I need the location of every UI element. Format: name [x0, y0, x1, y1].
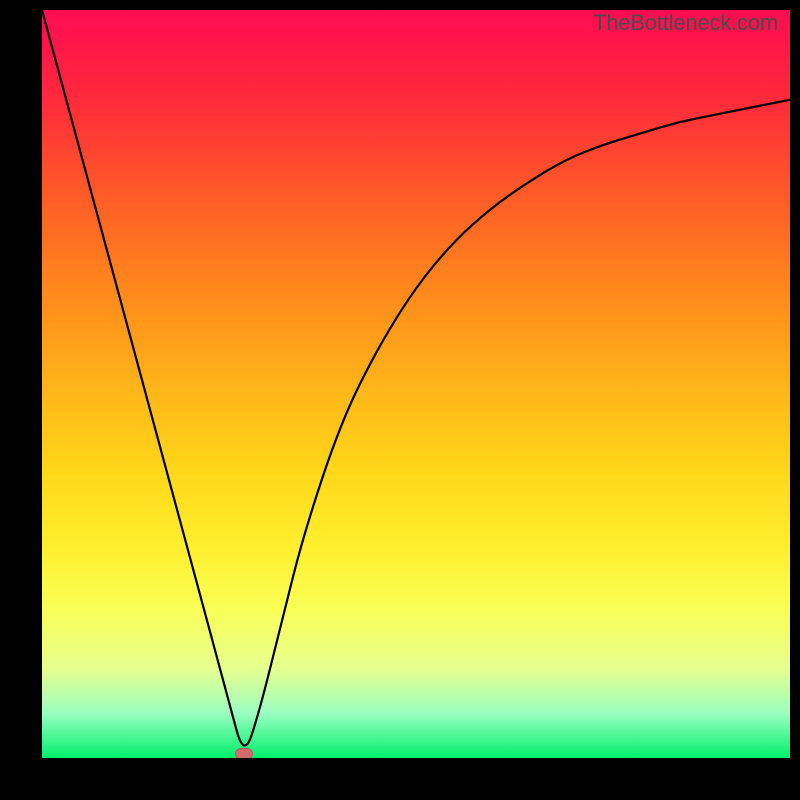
gradient-background [42, 10, 790, 758]
watermark-label: TheBottleneck.com [593, 10, 778, 36]
plot-area: TheBottleneck.com [42, 10, 790, 758]
minimum-marker [235, 748, 253, 758]
chart-frame: TheBottleneck.com [0, 0, 800, 800]
